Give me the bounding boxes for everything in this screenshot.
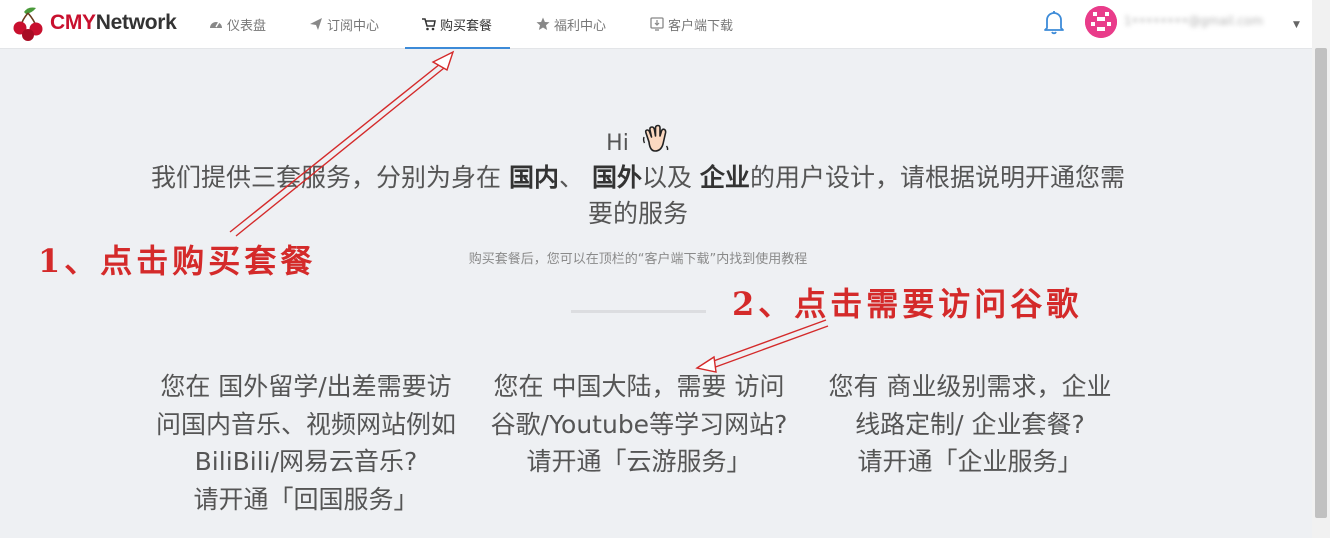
highlight-enterprise: 企业 bbox=[699, 163, 750, 192]
service-enterprise[interactable]: 您有 商业级别需求，企业线路定制/ 企业套餐? 请开通「企业服务」 bbox=[820, 368, 1120, 481]
service-cloud-travel[interactable]: 您在 中国大陆，需要 访问谷歌/Youtube等学习网站? 请开通「云游服务」 bbox=[489, 368, 789, 481]
highlight-domestic: 国内 bbox=[508, 163, 559, 192]
nav-subscription[interactable]: 订阅中心 bbox=[309, 0, 379, 48]
service-return-home[interactable]: 您在 国外留学/出差需要访问国内音乐、视频网站例如BiliBili/网易云音乐?… bbox=[156, 368, 456, 518]
scrollbar-track[interactable] bbox=[1312, 0, 1330, 538]
avatar[interactable] bbox=[1085, 6, 1117, 38]
user-menu-caret-icon[interactable]: ▼ bbox=[1293, 20, 1300, 30]
star-icon bbox=[536, 17, 550, 30]
service-description: 您有 商业级别需求，企业线路定制/ 企业套餐? bbox=[828, 372, 1112, 439]
brand-name: CMYNetwork bbox=[50, 11, 177, 34]
nav-label: 仪表盘 bbox=[227, 18, 267, 34]
nav-label: 订阅中心 bbox=[327, 18, 380, 34]
send-icon bbox=[310, 18, 322, 30]
nav-label: 福利中心 bbox=[554, 18, 607, 34]
identicon-icon bbox=[1085, 6, 1117, 38]
nav-dashboard[interactable]: 仪表盘 bbox=[209, 0, 266, 48]
nav-client-download[interactable]: 客户端下载 bbox=[650, 0, 733, 48]
brand-logo[interactable]: CMYNetwork bbox=[10, 3, 177, 43]
cart-icon bbox=[422, 18, 436, 31]
service-cta[interactable]: 请开通「回国服务」 bbox=[156, 481, 456, 519]
intro-text: 我们提供三套服务，分别为身在 国内、 国外以及 企业的用户设计，请根据说明开通您… bbox=[151, 163, 1125, 228]
service-cta[interactable]: 请开通「企业服务」 bbox=[820, 443, 1120, 481]
arrow-to-google-option-icon bbox=[695, 319, 829, 373]
dashboard-icon bbox=[210, 21, 222, 28]
annotation-step-2: 2、点击需要访问谷歌 bbox=[732, 285, 1083, 323]
cherry-logo-icon bbox=[13, 7, 43, 41]
highlight-abroad: 国外 bbox=[591, 163, 642, 192]
nav-label: 客户端下载 bbox=[668, 18, 734, 34]
greeting: Hi bbox=[0, 124, 1276, 156]
top-navbar: CMYNetwork 仪表盘 订阅中心 购买套餐 福利中心 客户端下载 1•••… bbox=[0, 0, 1312, 49]
service-description: 您在 中国大陆，需要 访问谷歌/Youtube等学习网站? bbox=[490, 372, 788, 439]
scrollbar-thumb[interactable] bbox=[1315, 48, 1327, 518]
nav-benefits[interactable]: 福利中心 bbox=[536, 0, 606, 48]
user-email[interactable]: 1••••••••@gmail.com bbox=[1124, 14, 1263, 28]
bell-icon[interactable] bbox=[1042, 9, 1066, 35]
service-cta[interactable]: 请开通「云游服务」 bbox=[489, 443, 789, 481]
service-description: 您在 国外留学/出差需要访问国内音乐、视频网站例如BiliBili/网易云音乐? bbox=[156, 372, 457, 476]
download-icon bbox=[650, 17, 664, 31]
nav-label: 购买套餐 bbox=[440, 18, 493, 34]
nav-buy-plan[interactable]: 购买套餐 bbox=[404, 0, 511, 49]
waving-hand-icon bbox=[642, 124, 669, 152]
section-divider bbox=[571, 310, 706, 313]
annotation-step-1: 1、点击购买套餐 bbox=[38, 242, 317, 280]
